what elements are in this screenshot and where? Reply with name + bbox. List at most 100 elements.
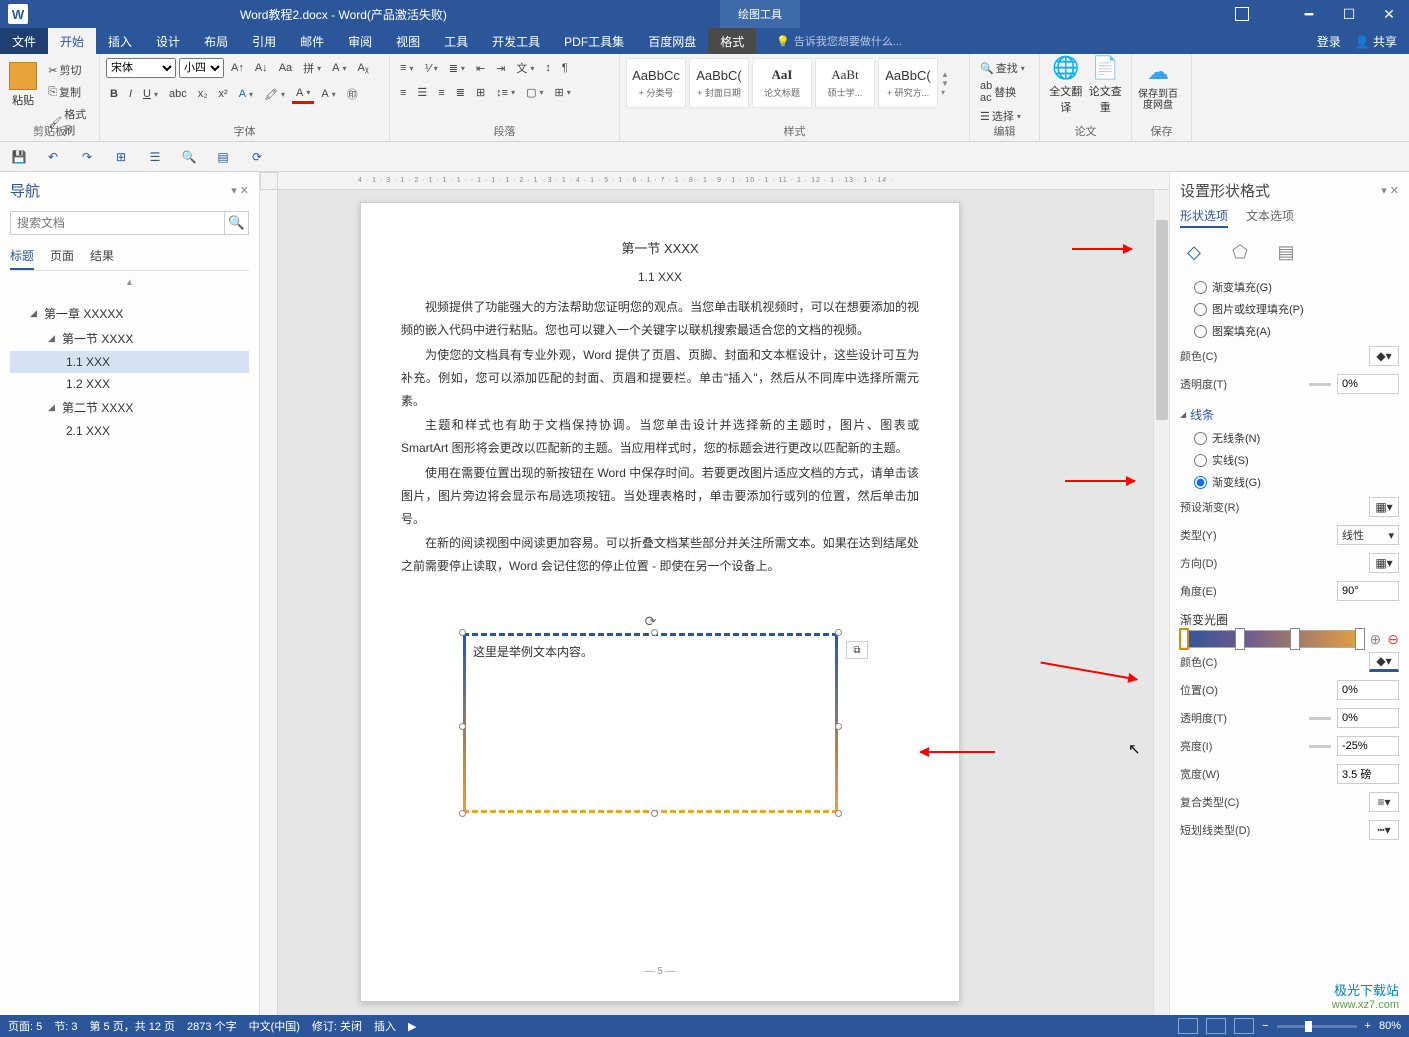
paste-button[interactable]: 粘贴 (6, 58, 40, 112)
status-insert-mode[interactable]: 插入 (374, 1018, 396, 1034)
tab-pdf-tools[interactable]: PDF工具集 (552, 28, 636, 54)
tab-review[interactable]: 审阅 (336, 28, 384, 54)
tab-file[interactable]: 文件 (0, 28, 48, 54)
nav-node-1-2[interactable]: 1.2 XXX (10, 373, 249, 395)
print-layout-icon[interactable] (1206, 1018, 1226, 1034)
enclose-char-icon[interactable]: ㊞ (343, 84, 362, 104)
fill-gradient-radio[interactable]: 渐变填充(G) (1180, 276, 1399, 298)
stop-transparency-slider[interactable] (1309, 717, 1331, 720)
add-gradient-stop-icon[interactable]: ⊕ (1370, 631, 1382, 648)
qat-btn-8[interactable]: ⟳ (246, 146, 268, 168)
brightness-input[interactable] (1337, 736, 1399, 756)
replace-button[interactable]: abac 替换 (976, 78, 1033, 106)
status-section[interactable]: 节: 3 (54, 1018, 77, 1034)
minimize-button[interactable]: ━ (1289, 0, 1329, 28)
strikethrough-icon[interactable]: abc (165, 86, 191, 102)
italic-icon[interactable]: I (125, 86, 136, 102)
undo-icon[interactable]: ↶ (42, 146, 64, 168)
vertical-ruler[interactable] (260, 190, 278, 1015)
login-link[interactable]: 登录 (1317, 33, 1341, 50)
gradient-stop-3[interactable] (1290, 628, 1300, 650)
status-word-count[interactable]: 2873 个字 (187, 1018, 237, 1034)
increase-indent-icon[interactable]: ⇥ (492, 60, 509, 77)
zoom-in-icon[interactable]: + (1365, 1020, 1371, 1032)
tab-home[interactable]: 开始 (48, 28, 96, 54)
fill-transparency-input[interactable] (1337, 374, 1399, 394)
decrease-font-icon[interactable]: A↓ (251, 60, 272, 76)
decrease-indent-icon[interactable]: ⇤ (472, 60, 489, 77)
tab-developer[interactable]: 开发工具 (480, 28, 552, 54)
align-right-icon[interactable]: ≡ (434, 85, 448, 101)
nav-search-button[interactable]: 🔍 (225, 211, 249, 235)
text-effects-icon[interactable]: A (235, 86, 257, 102)
redo-icon[interactable]: ↷ (76, 146, 98, 168)
cut-button[interactable]: ✂ 剪切 (44, 60, 93, 80)
tab-layout[interactable]: 布局 (192, 28, 240, 54)
highlight-icon[interactable]: 🖍 (260, 86, 289, 103)
styles-more-icon[interactable]: ▲▼▾ (941, 70, 953, 97)
status-page-of[interactable]: 第 5 页，共 12 页 (89, 1018, 175, 1034)
web-layout-icon[interactable] (1234, 1018, 1254, 1034)
format-pane-close-icon[interactable]: ▾ ✕ (1381, 184, 1399, 197)
layout-options-icon[interactable]: ⧉ (846, 641, 868, 659)
char-border-icon[interactable]: A (328, 60, 350, 76)
gradient-type-select[interactable]: 线性▾ (1337, 525, 1399, 545)
gradient-stop-2[interactable] (1235, 628, 1245, 650)
compound-type-picker[interactable]: ≡▾ (1369, 792, 1399, 812)
share-button[interactable]: 👤 共享 (1355, 33, 1397, 50)
distribute-icon[interactable]: ⊞ (472, 84, 489, 101)
status-language[interactable]: 中文(中国) (249, 1018, 300, 1034)
resize-handle-nw[interactable] (459, 629, 466, 636)
fill-transparency-slider[interactable] (1309, 383, 1331, 386)
tab-mailings[interactable]: 邮件 (288, 28, 336, 54)
align-center-icon[interactable]: ☰ (413, 84, 431, 101)
nav-node-section2[interactable]: ◢第二节 XXXX (10, 395, 249, 420)
document-scrollbar[interactable] (1153, 190, 1169, 1015)
tab-format[interactable]: 格式 (708, 28, 756, 54)
resize-handle-ne[interactable] (835, 629, 842, 636)
stop-transparency-input[interactable] (1337, 708, 1399, 728)
fill-line-icon[interactable]: ◇ (1180, 238, 1208, 266)
zoom-level[interactable]: 80% (1379, 1020, 1401, 1032)
tab-baidu[interactable]: 百度网盘 (636, 28, 708, 54)
tell-me-search[interactable]: 💡 告诉我您想要做什么... (776, 33, 902, 49)
nav-tab-results[interactable]: 结果 (90, 247, 114, 264)
zoom-out-icon[interactable]: − (1262, 1020, 1268, 1032)
size-properties-icon[interactable]: ▤ (1272, 238, 1300, 266)
shape-text-content[interactable]: 这里是举例文本内容。 (473, 641, 593, 664)
nav-tab-pages[interactable]: 页面 (50, 247, 74, 264)
tab-tools[interactable]: 工具 (432, 28, 480, 54)
multilevel-icon[interactable]: ≣ (445, 60, 469, 77)
fill-color-picker[interactable]: ◆▾ (1369, 346, 1399, 366)
line-section-header[interactable]: 线条 (1180, 398, 1399, 427)
bullets-icon[interactable]: ≡ (396, 60, 417, 76)
status-macro-icon[interactable]: ▶ (408, 1020, 416, 1033)
gradient-direction-picker[interactable]: ▦▾ (1369, 553, 1399, 573)
text-direction-icon[interactable]: 文 (512, 58, 538, 78)
line-gradient-radio[interactable]: 渐变线(G) (1180, 471, 1399, 493)
clear-format-icon[interactable]: Aᵪ (354, 60, 373, 76)
ribbon-display-options[interactable] (1235, 7, 1249, 21)
tab-insert[interactable]: 插入 (96, 28, 144, 54)
document-area[interactable]: 4 · 1 · 3 · 1 · 2 · 1 · 1 · 1 · · 1 · 1 … (260, 172, 1169, 1015)
font-color-icon[interactable]: A (292, 85, 314, 104)
document-page[interactable]: 第一章 XXXXX 第一节 XXXX 1.1 XXX 视频提供了功能强大的方法帮… (360, 202, 960, 1002)
show-marks-icon[interactable]: ¶ (558, 60, 572, 76)
format-tab-text-options[interactable]: 文本选项 (1246, 207, 1294, 228)
stop-position-input[interactable] (1337, 680, 1399, 700)
line-solid-radio[interactable]: 实线(S) (1180, 449, 1399, 471)
status-track-changes[interactable]: 修订: 关闭 (312, 1018, 362, 1034)
borders-icon[interactable]: ⊞ (551, 84, 575, 101)
copy-button[interactable]: ⎘ 复制 (44, 82, 93, 102)
zoom-slider[interactable] (1277, 1025, 1357, 1028)
bold-icon[interactable]: B (106, 86, 122, 102)
style-item-2[interactable]: AaBbC(+ 封面日期 (689, 58, 749, 108)
gradient-angle-input[interactable] (1337, 581, 1399, 601)
resize-handle-n[interactable] (651, 629, 658, 636)
tab-references[interactable]: 引用 (240, 28, 288, 54)
nav-node-1-1[interactable]: 1.1 XXX (10, 351, 249, 373)
sort-icon[interactable]: ↕ (541, 60, 555, 76)
stop-color-picker[interactable]: ◆▾ (1369, 652, 1399, 672)
style-item-4[interactable]: AaBt硕士学... (815, 58, 875, 108)
resize-handle-se[interactable] (835, 810, 842, 817)
